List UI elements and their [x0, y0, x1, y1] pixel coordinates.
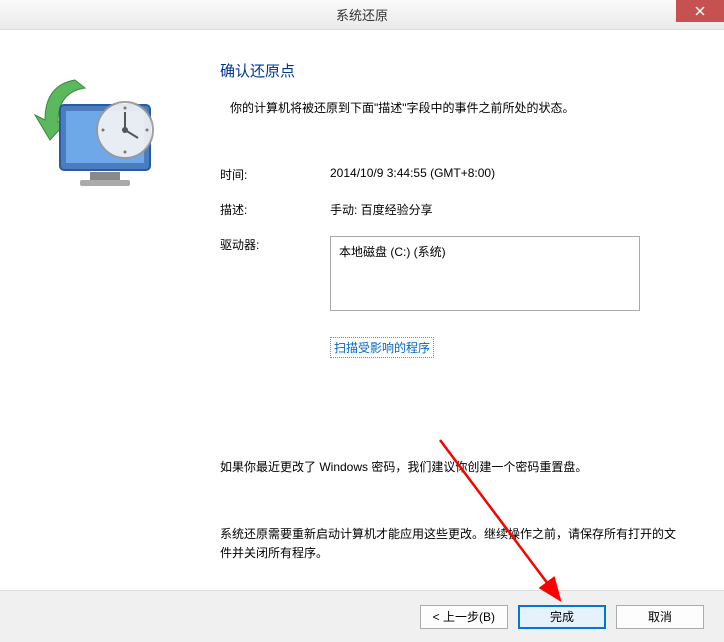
page-heading: 确认还原点: [220, 60, 684, 81]
time-value: 2014/10/9 3:44:55 (GMT+8:00): [330, 166, 684, 183]
close-button[interactable]: [676, 0, 724, 22]
restart-note: 系统还原需要重新启动计算机才能应用这些更改。继续操作之前，请保存所有打开的文件并…: [220, 525, 684, 563]
system-restore-icon: [30, 70, 160, 190]
content-area: 确认还原点 你的计算机将被还原到下面"描述"字段中的事件之前所处的状态。 时间:…: [0, 30, 724, 590]
back-button[interactable]: < 上一步(B): [420, 605, 508, 629]
time-label: 时间:: [220, 166, 330, 183]
scan-affected-link[interactable]: 扫描受影响的程序: [330, 337, 434, 358]
drive-item: 本地磁盘 (C:) (系统): [339, 245, 446, 259]
page-subtext: 你的计算机将被还原到下面"描述"字段中的事件之前所处的状态。: [230, 99, 684, 116]
desc-value: 手动: 百度经验分享: [330, 201, 684, 218]
desc-label: 描述:: [220, 201, 330, 218]
drive-listbox[interactable]: 本地磁盘 (C:) (系统): [330, 236, 640, 311]
time-row: 时间: 2014/10/9 3:44:55 (GMT+8:00): [220, 166, 684, 183]
drive-row: 驱动器: 本地磁盘 (C:) (系统): [220, 236, 684, 311]
titlebar: 系统还原: [0, 0, 724, 30]
button-bar: < 上一步(B) 完成 取消: [0, 590, 724, 642]
left-panel: [0, 30, 200, 590]
cancel-button[interactable]: 取消: [616, 605, 704, 629]
desc-row: 描述: 手动: 百度经验分享: [220, 201, 684, 218]
close-icon: [695, 6, 705, 16]
drive-label: 驱动器:: [220, 236, 330, 311]
finish-button[interactable]: 完成: [518, 605, 606, 629]
window-title: 系统还原: [336, 5, 388, 24]
password-note: 如果你最近更改了 Windows 密码，我们建议你创建一个密码重置盘。: [220, 458, 684, 475]
main-panel: 确认还原点 你的计算机将被还原到下面"描述"字段中的事件之前所处的状态。 时间:…: [200, 30, 724, 590]
